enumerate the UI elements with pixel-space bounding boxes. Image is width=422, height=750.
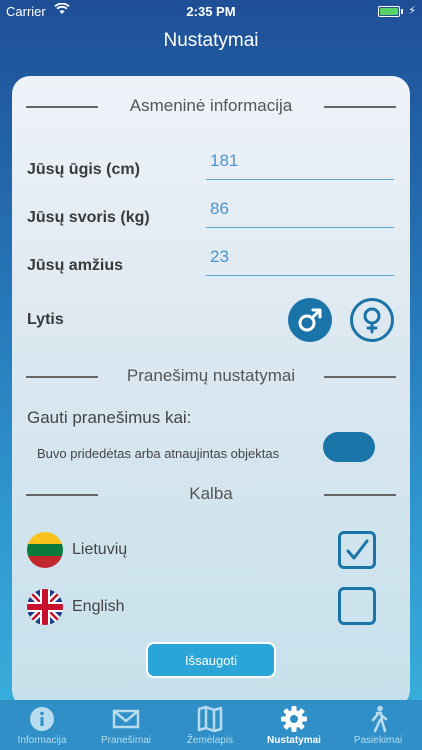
- checkmark-icon: [346, 539, 369, 560]
- divider: [26, 376, 98, 378]
- lithuanian-checkbox[interactable]: [338, 531, 376, 569]
- age-label: Jūsų amžius: [27, 257, 124, 274]
- female-button[interactable]: [350, 298, 394, 342]
- tab-informacija[interactable]: Informacija: [0, 700, 84, 750]
- tab-label: Pranešimai: [100, 735, 152, 746]
- info-icon: [0, 704, 84, 734]
- divider: [26, 106, 98, 108]
- page-title: Nustatymai: [163, 30, 259, 51]
- notification-option-label: Buvo pridedėtas arba atnaujintas objekta…: [37, 446, 280, 461]
- language-section-title: Kalba: [189, 484, 233, 503]
- notifications-subtitle: Gauti pranešimus kai:: [27, 408, 192, 427]
- notification-toggle[interactable]: [323, 432, 375, 462]
- age-input[interactable]: [206, 244, 394, 276]
- weight-input[interactable]: [206, 196, 394, 228]
- height-input[interactable]: [206, 148, 394, 180]
- personal-section-header: Asmeninė informacija: [12, 96, 410, 116]
- language-section-header: Kalba: [12, 484, 410, 504]
- height-label: Jūsų ūgis (cm): [27, 161, 140, 178]
- tab-pranesimai[interactable]: Pranešimai: [84, 700, 168, 750]
- status-bar: Carrier 2:35 PM ⚡: [0, 0, 422, 24]
- tab-nustatymai[interactable]: Nustatymai: [252, 700, 336, 750]
- charging-icon: ⚡: [408, 5, 416, 17]
- tab-label: Žemėlapis: [186, 735, 234, 746]
- male-icon: [298, 308, 322, 332]
- mail-icon: [84, 704, 168, 734]
- male-button[interactable]: [288, 298, 332, 342]
- uk-flag-icon: [27, 589, 63, 625]
- tab-label: Pasiekimai: [353, 735, 403, 746]
- tab-bar: Informacija Pranešimai Žemėlapis Nustaty…: [0, 700, 422, 750]
- map-icon: [168, 704, 252, 734]
- gender-label: Lytis: [27, 311, 64, 328]
- tab-label: Nustatymai: [267, 735, 321, 746]
- language-label: Lietuvių: [72, 541, 128, 558]
- save-button[interactable]: Išsaugoti: [146, 642, 276, 678]
- gear-icon: [252, 704, 336, 734]
- personal-section-title: Asmeninė informacija: [129, 96, 293, 115]
- clock: 2:35 PM: [186, 4, 236, 19]
- weight-label: Jūsų svoris (kg): [27, 209, 150, 226]
- divider: [324, 494, 396, 496]
- lithuania-flag-icon: [27, 532, 63, 568]
- walking-icon: [336, 704, 420, 734]
- battery-tip: [401, 9, 403, 14]
- tab-label: Informacija: [17, 735, 67, 746]
- tab-zemelapis[interactable]: Žemėlapis: [168, 700, 252, 750]
- tab-pasiekimai[interactable]: Pasiekimai: [336, 700, 420, 750]
- battery-icon: [378, 6, 400, 17]
- language-label: English: [72, 598, 125, 615]
- divider: [324, 376, 396, 378]
- divider: [26, 494, 98, 496]
- divider: [324, 106, 396, 108]
- notifications-section-header: Pranešimų nustatymai: [12, 366, 410, 386]
- female-icon: [363, 307, 381, 334]
- english-checkbox[interactable]: [338, 587, 376, 625]
- notifications-section-title: Pranešimų nustatymai: [126, 366, 296, 385]
- settings-card: Asmeninė informacija Jūsų ūgis (cm) Jūsų…: [12, 76, 410, 708]
